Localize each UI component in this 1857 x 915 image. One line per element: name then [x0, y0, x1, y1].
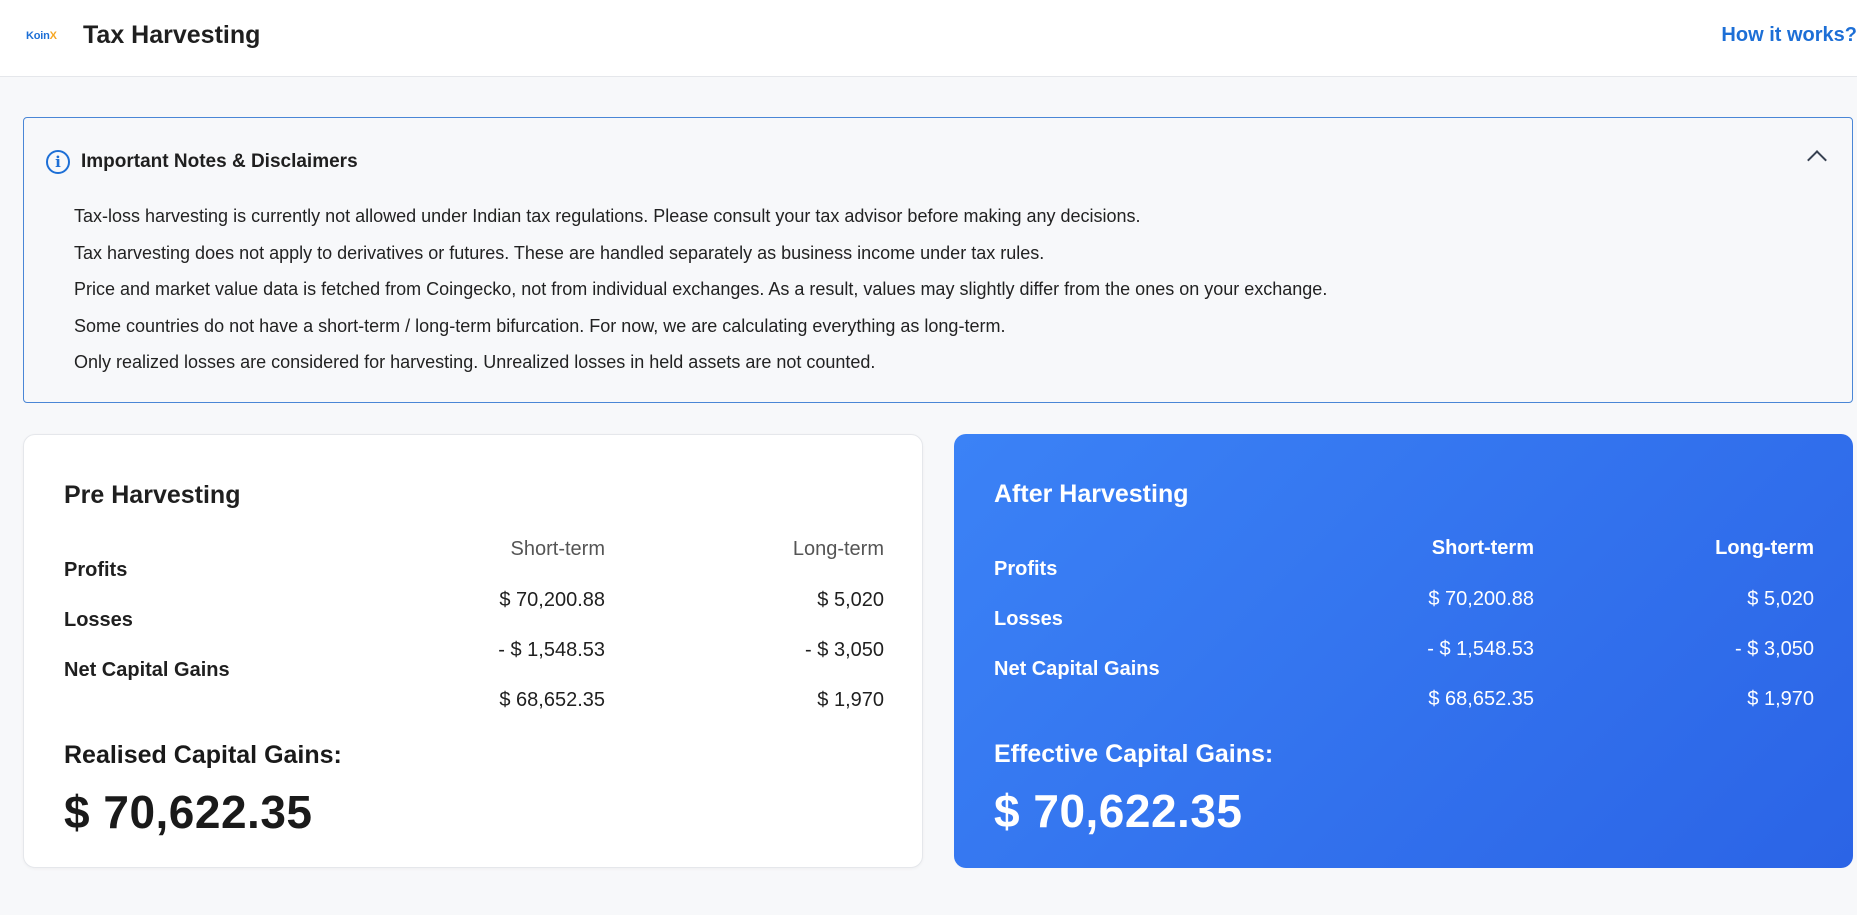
realised-capital-gains-value: $ 70,622.35 — [64, 786, 313, 838]
profits-long-term-value: $ 5,020 — [1747, 588, 1814, 610]
info-icon: i — [46, 150, 70, 174]
disclaimer-item: Tax harvesting does not apply to derivat… — [74, 242, 1045, 263]
disclaimers-panel: i Important Notes & Disclaimers Tax-loss… — [23, 117, 1853, 403]
profits-long-term-value: $ 5,020 — [817, 589, 884, 611]
losses-short-term-value: - $ 1,548.53 — [498, 639, 605, 661]
profits-label: Profits — [994, 558, 1058, 580]
short-term-header: Short-term — [1431, 537, 1534, 559]
logo-text-main: Koin — [26, 30, 50, 42]
profits-short-term-value: $ 70,200.88 — [1428, 588, 1534, 610]
pre-harvesting-title: Pre Harvesting — [64, 481, 241, 509]
net-capital-gains-label: Net Capital Gains — [994, 658, 1160, 680]
short-term-header: Short-term — [510, 538, 605, 560]
profits-short-term-value: $ 70,200.88 — [499, 589, 605, 611]
disclaimers-title: Important Notes & Disclaimers — [81, 151, 358, 172]
losses-long-term-value: - $ 3,050 — [1735, 638, 1814, 660]
how-it-works-link[interactable]: How it works? — [1721, 24, 1857, 47]
koinx-logo[interactable]: KoinX — [26, 30, 57, 42]
long-term-header: Long-term — [1715, 537, 1814, 559]
losses-long-term-value: - $ 3,050 — [805, 639, 884, 661]
disclaimers-list: Tax-loss harvesting is currently not all… — [74, 206, 1327, 389]
profits-label: Profits — [64, 559, 128, 581]
logo-text-accent: X — [49, 30, 57, 42]
net-gains-short-term-value: $ 68,652.35 — [499, 689, 605, 711]
disclaimer-item: Only realized losses are considered for … — [74, 352, 876, 372]
top-bar: KoinX Tax Harvesting How it works? — [0, 0, 1857, 77]
effective-capital-gains-value: $ 70,622.35 — [994, 785, 1243, 837]
disclaimers-header[interactable]: i Important Notes & Disclaimers — [46, 147, 1832, 177]
losses-short-term-value: - $ 1,548.53 — [1427, 638, 1534, 660]
after-harvesting-card: After Harvesting Short-term Long-term Pr… — [954, 434, 1853, 868]
effective-capital-gains-label: Effective Capital Gains: — [994, 740, 1274, 768]
net-gains-long-term-value: $ 1,970 — [817, 689, 884, 711]
long-term-header: Long-term — [792, 538, 884, 560]
page-title: Tax Harvesting — [83, 21, 261, 49]
realised-capital-gains-label: Realised Capital Gains: — [64, 741, 342, 769]
net-gains-long-term-value: $ 1,970 — [1747, 688, 1814, 710]
losses-label: Losses — [994, 608, 1063, 630]
disclaimer-item: Price and market value data is fetched f… — [74, 279, 1328, 299]
losses-label: Losses — [64, 609, 133, 631]
disclaimer-item: Some countries do not have a short-term … — [74, 315, 1006, 336]
after-harvesting-title: After Harvesting — [994, 480, 1189, 508]
net-gains-short-term-value: $ 68,652.35 — [1428, 688, 1534, 710]
disclaimer-item: Tax-loss harvesting is currently not all… — [74, 206, 1141, 226]
net-capital-gains-label: Net Capital Gains — [64, 659, 230, 681]
chevron-up-icon[interactable] — [1807, 150, 1827, 170]
pre-harvesting-card: Pre Harvesting Short-term Long-term Prof… — [23, 434, 923, 868]
